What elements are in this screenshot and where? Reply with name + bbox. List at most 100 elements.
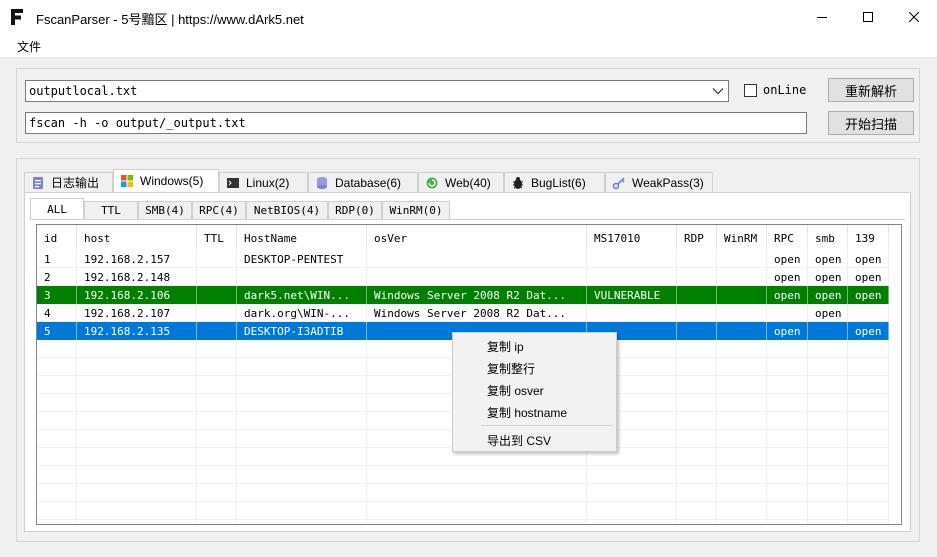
tab-web[interactable]: Web(40) [418,172,504,192]
menu-bar: 文件 [0,34,937,58]
subtab-divider [30,219,905,220]
menu-copy-ip[interactable]: 复制 ip [487,338,524,355]
cell-smb: open [815,253,842,266]
tab-buglist-label: BugList(6) [531,175,586,190]
column-header-p139[interactable]: 139 [848,225,889,249]
cell-ttl [197,304,237,322]
grid-line [37,465,889,466]
cell-ttl [197,322,237,340]
subtab-winrm[interactable]: WinRM(0) [382,201,450,219]
cell-smb: open [815,271,842,284]
subtab-netbios[interactable]: NetBIOS(4) [246,201,328,219]
cell-id: 4 [44,307,51,320]
cell-id: 3 [37,286,77,304]
cell-rdp [677,304,717,322]
tab-windows[interactable]: Windows(5) [113,169,219,192]
cell-host: 192.168.2.107 [84,307,171,320]
menu-file[interactable]: 文件 [17,38,41,55]
tab-windows-label: Windows(5) [140,174,204,188]
subtab-smb[interactable]: SMB(4) [138,201,192,219]
menu-copy-row[interactable]: 复制整行 [487,360,535,377]
cell-rdp [677,322,717,340]
cell-ms17010: VULNERABLE [587,286,677,304]
cell-hostname [237,268,367,286]
cell-osver [367,268,587,286]
cell-host: 192.168.2.135 [77,322,197,340]
cell-rpc: open [767,286,808,304]
column-header-smb[interactable]: smb [808,225,848,249]
column-header-hostname[interactable]: HostName [237,225,367,249]
subtab-all[interactable]: ALL [30,198,84,219]
minimize-icon [817,17,827,18]
tab-database-label: Database(6) [335,175,402,190]
online-checkbox[interactable] [744,84,757,97]
cell-rdp [677,268,717,286]
window-title: FscanParser - 5号黯区 | https://www.dArk5.n… [36,12,304,27]
cell-osver: Windows Server 2008 R2 Dat... [367,286,587,304]
cell-host: 192.168.2.157 [84,253,171,266]
file-combobox[interactable]: outputlocal.txt [25,80,729,102]
reparse-button[interactable]: 重新解析 [828,78,914,102]
cell-ms17010 [587,304,677,322]
context-menu: 复制 ip 复制整行 复制 osver 复制 hostname 导出到 CSV [452,332,617,452]
table-row[interactable]: 3 192.168.2.106 dark5.net\WIN... Windows Se… [37,286,889,304]
command-input[interactable]: fscan -h -o output/_output.txt [25,112,807,134]
table-row[interactable]: 2 192.168.2.148 open open open [37,268,889,286]
chevron-down-icon[interactable] [712,86,724,96]
column-header-id[interactable]: id [37,225,77,249]
cell-rdp [677,250,717,268]
cell-smb [808,322,848,340]
subtab-ttl[interactable]: TTL [84,201,138,219]
tab-weakpass[interactable]: WeakPass(3) [605,172,713,192]
minimize-button[interactable] [799,0,845,34]
app-logo-icon [11,9,23,25]
close-icon [909,12,919,22]
cell-p139: open [855,253,882,266]
column-header-ttl[interactable]: TTL [197,225,237,249]
column-header-winrm[interactable]: WinRM [717,225,767,249]
tab-log-label: 日志输出 [51,176,100,190]
column-header-rdp[interactable]: RDP [677,225,717,249]
cell-id: 2 [44,271,51,284]
tab-web-label: Web(40) [445,175,491,190]
column-header-rpc[interactable]: RPC [767,225,808,249]
maximize-icon [863,12,873,22]
cell-rpc [767,304,808,322]
online-checkbox-label[interactable]: onLine [763,83,806,97]
menu-copy-osver[interactable]: 复制 osver [487,382,544,399]
cell-rdp [677,286,717,304]
tab-linux-label: Linux(2) [246,175,290,190]
key-icon [612,176,625,189]
cell-ttl [197,250,237,268]
cell-winrm [717,304,767,322]
table-row[interactable]: 4 192.168.2.107 dark.org\WIN-... Windows Se… [37,304,889,322]
table-row[interactable]: 1 192.168.2.157 DESKTOP-PENTEST open open ope… [37,250,889,268]
tab-buglist[interactable]: BugList(6) [504,172,605,192]
tab-database[interactable]: Database(6) [308,172,418,192]
cell-hostname: DESKTOP-I3ADTIB [237,322,367,340]
cell-ms17010 [587,268,677,286]
menu-copy-hostname[interactable]: 复制 hostname [487,404,567,421]
tab-linux[interactable]: Linux(2) [219,172,308,192]
cell-id: 1 [44,253,51,266]
cell-winrm [717,286,767,304]
cell-host: 192.168.2.148 [84,271,171,284]
grid-line [37,519,889,520]
cell-hostname: dark5.net\WIN... [237,286,367,304]
tab-log[interactable]: 日志输出 [24,172,113,192]
title-bar: FscanParser - 5号黯区 | https://www.dArk5.n… [0,0,937,34]
column-header-osver[interactable]: osVer [367,225,587,249]
cell-id: 5 [37,322,77,340]
menu-export-csv[interactable]: 导出到 CSV [487,432,551,449]
start-scan-button[interactable]: 开始扫描 [828,111,914,135]
file-combobox-value: outputlocal.txt [29,84,138,98]
maximize-button[interactable] [845,0,891,34]
cell-osver [367,250,587,268]
column-header-ms17010[interactable]: MS17010 [587,225,677,249]
cell-winrm [717,268,767,286]
web-icon [426,177,438,188]
subtab-rpc[interactable]: RPC(4) [192,201,246,219]
column-header-host[interactable]: host [77,225,197,249]
subtab-rdp[interactable]: RDP(0) [328,201,382,219]
close-button[interactable] [891,0,937,34]
